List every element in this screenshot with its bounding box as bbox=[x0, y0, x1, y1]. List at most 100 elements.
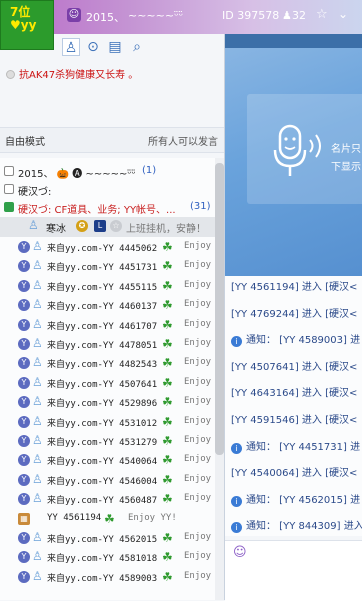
member-list-icon[interactable]: ♙ bbox=[62, 38, 80, 56]
member-name: 来自yy.com-YY 4529896 bbox=[47, 399, 158, 410]
chat-line: [YY 4769244] 进入 [硬汉< bbox=[231, 305, 357, 320]
member-signature: Enjoy bbox=[184, 396, 212, 407]
medal-icon: ✪ bbox=[76, 220, 88, 232]
notes-icon[interactable]: ▤ bbox=[106, 38, 124, 56]
member-name: 来自yy.com-YY 4589003 bbox=[47, 573, 158, 584]
clover-icon: ☘ bbox=[162, 240, 173, 254]
location-icon[interactable]: ⊙ bbox=[84, 38, 102, 56]
member-name: 来自yy.com-YY 4581018 bbox=[47, 554, 158, 565]
tree-subchannel[interactable]: 硬汉づ: CF道具、业务; YY帐号、... (31) bbox=[0, 198, 215, 217]
notice-radio-icon bbox=[6, 70, 15, 79]
member-row[interactable]: Y ♙ 来自yy.com-YY 4540064 ☘ Enjoy bbox=[0, 451, 215, 470]
member-row[interactable]: Y ♙ 来自yy.com-YY 4546004 ☘ Enjoy bbox=[0, 471, 215, 490]
member-signature: Enjoy bbox=[184, 357, 212, 368]
member-row[interactable]: Y ♙ 来自yy.com-YY 4529896 ☘ Enjoy bbox=[0, 393, 215, 412]
chat-notice-line: i 通知： [YY 4451731] 进 bbox=[231, 438, 360, 454]
member-badge-icon: Y bbox=[18, 435, 30, 447]
chat-line-text: [YY 4591546] 进入 [硬汉< bbox=[231, 415, 358, 426]
member-signature: Enjoy bbox=[184, 551, 212, 562]
favorite-star-icon[interactable]: ☆ bbox=[316, 7, 328, 22]
clover-icon: ☘ bbox=[162, 278, 173, 293]
channel-notice: 抗AK47杀狗健康又长寿 。 bbox=[19, 70, 139, 81]
chat-line-text: 通知： [YY 4562015] 进 bbox=[246, 494, 361, 506]
member-badge-icon: Y bbox=[18, 338, 30, 350]
member-row[interactable]: Y ♙ 来自yy.com-YY 4589003 ☘ Enjoy bbox=[0, 568, 215, 587]
member-row[interactable]: Y ♙ 来自yy.com-YY 4531012 ☘ Enjoy bbox=[0, 413, 215, 432]
clover-icon: ☘ bbox=[162, 356, 173, 371]
member-signature: Enjoy YY! bbox=[128, 512, 177, 523]
tree-group[interactable]: 硬汉づ: bbox=[0, 180, 215, 199]
member-row[interactable]: Y ♙ 来自yy.com-YY 4507641 ☘ Enjoy bbox=[0, 374, 215, 393]
tree-group-label: 硬汉づ: bbox=[18, 187, 52, 198]
member-name: 来自yy.com-YY 4451731 bbox=[47, 263, 158, 274]
member-badge-icon: Y bbox=[18, 260, 30, 273]
speak-mode-bar[interactable]: 自由模式 所有人可以发言 bbox=[0, 127, 224, 153]
tree-subchannel-count: (31) bbox=[190, 201, 211, 212]
member-row[interactable]: Y ♙ 来自yy.com-YY 4461707 ☘ Enjoy bbox=[0, 316, 215, 335]
star-icon: ☆ bbox=[110, 220, 122, 232]
member-badge-icon: Y bbox=[18, 241, 30, 253]
member-badge-icon: Y bbox=[18, 396, 30, 409]
video-header-band bbox=[225, 34, 362, 48]
member-row[interactable]: Y ♙ 来自yy.com-YY 4562015 ☘ Enjoy bbox=[0, 529, 215, 548]
member-badge-icon: Y bbox=[18, 415, 30, 428]
member-row[interactable]: Y ♙ 来自yy.com-YY 4460137 ☘ Enjoy bbox=[0, 296, 215, 315]
chat-line-text: [YY 4769244] 进入 [硬汉< bbox=[231, 308, 358, 320]
member-row[interactable]: Y ♙ 来自yy.com-YY 4478051 ☘ Enjoy bbox=[0, 335, 215, 354]
member-signature: Enjoy bbox=[184, 435, 212, 445]
chat-line-text: [YY 4507641] 进入 [硬汉< bbox=[231, 361, 358, 373]
clover-icon: ☘ bbox=[162, 472, 173, 487]
vip-badge: 7位 ♥yy bbox=[0, 0, 54, 50]
member-row[interactable]: Y ♙ 来自yy.com-YY 4560487 ☘ Enjoy bbox=[0, 490, 215, 509]
channel-name: 2015、 bbox=[86, 11, 125, 24]
chat-input-bar[interactable]: ☺ bbox=[225, 540, 362, 601]
clover-icon: ☘ bbox=[104, 511, 115, 526]
member-row[interactable]: Y ♙ 来自yy.com-YY 4581018 ☘ Enjoy bbox=[0, 548, 215, 567]
member-badge-icon: Y bbox=[18, 551, 30, 564]
home-icon bbox=[4, 166, 14, 176]
vip-user-row[interactable]: ♙ 寒冰 ✪ L ☆ 上班挂机，安静！ bbox=[0, 217, 215, 237]
member-badge-icon: Y bbox=[18, 473, 30, 486]
clover-icon: ☘ bbox=[162, 317, 173, 332]
member-person-icon: ♙ bbox=[32, 258, 43, 273]
clover-icon: ☘ bbox=[162, 434, 173, 448]
member-person-icon: ♙ bbox=[32, 394, 43, 409]
member-name: 来自yy.com-YY 4531012 bbox=[47, 418, 158, 429]
member-person-icon: ♙ bbox=[32, 297, 43, 312]
clover-icon: ☘ bbox=[162, 492, 173, 507]
member-row[interactable]: Y ♙ 来自yy.com-YY 4482543 ☘ Enjoy bbox=[0, 354, 215, 373]
vip-user-signature: 上班挂机，安静！ bbox=[126, 224, 206, 235]
member-row[interactable]: Y ♙ 来自yy.com-YY 4531279 ☘ Enjoy bbox=[0, 432, 215, 451]
video-area: 名片只 下显示 bbox=[225, 34, 362, 276]
member-person-icon: ♙ bbox=[32, 568, 43, 583]
member-signature: Enjoy bbox=[184, 532, 212, 542]
member-person-icon: ♙ bbox=[32, 530, 43, 544]
dropdown-icon[interactable]: ⌄ bbox=[338, 7, 348, 21]
search-icon[interactable]: ⌕ bbox=[128, 38, 146, 56]
clover-icon: ☘ bbox=[162, 531, 173, 545]
member-row[interactable]: Y ♙ 来自yy.com-YY 4455115 ☘ Enjoy bbox=[0, 277, 215, 296]
member-signature: Enjoy bbox=[184, 279, 212, 290]
member-badge-icon: Y bbox=[18, 454, 30, 467]
chat-line-text: [YY 4540064] 进入 [硬汉< bbox=[231, 468, 358, 480]
clover-icon: ☘ bbox=[162, 375, 173, 390]
tree-subchannel-label: 硬汉づ: CF道具、业务; YY帐号、... bbox=[18, 205, 176, 216]
member-signature: Enjoy bbox=[184, 241, 212, 251]
member-scrollbar-thumb[interactable] bbox=[215, 163, 224, 455]
tree-root[interactable]: 2015、 🎃 🅐 ~~~~~ᵕ̈ᵕ̈ (1) bbox=[0, 162, 215, 181]
member-signature: Enjoy bbox=[184, 299, 212, 310]
member-name: YY 4561194 bbox=[47, 512, 102, 523]
channel-decoration: ~~~~~ᵕ̈ᵕ̈ bbox=[128, 9, 184, 22]
member-signature: Enjoy bbox=[184, 260, 212, 271]
chat-notice-line: i 通知： [YY 4562015] 进 bbox=[231, 491, 360, 507]
member-row[interactable]: ▦ YY 4561194 ☘ Enjoy YY! bbox=[0, 510, 215, 529]
tree-root-count: (1) bbox=[142, 165, 157, 176]
member-name: 来自yy.com-YY 4540064 bbox=[47, 457, 158, 468]
member-row[interactable]: Y ♙ 来自yy.com-YY 4445062 ☘ Enjoy bbox=[0, 238, 215, 257]
chat-notice-line: i 通知： [YY 844309] 进入 bbox=[231, 517, 362, 534]
info-icon: i bbox=[231, 442, 242, 454]
member-name: 来自yy.com-YY 4478051 bbox=[47, 341, 158, 351]
member-name: 来自yy.com-YY 4460137 bbox=[47, 302, 158, 313]
member-row[interactable]: Y ♙ 来自yy.com-YY 4451731 ☘ Enjoy bbox=[0, 257, 215, 276]
emoji-icon[interactable]: ☺ bbox=[233, 545, 247, 560]
